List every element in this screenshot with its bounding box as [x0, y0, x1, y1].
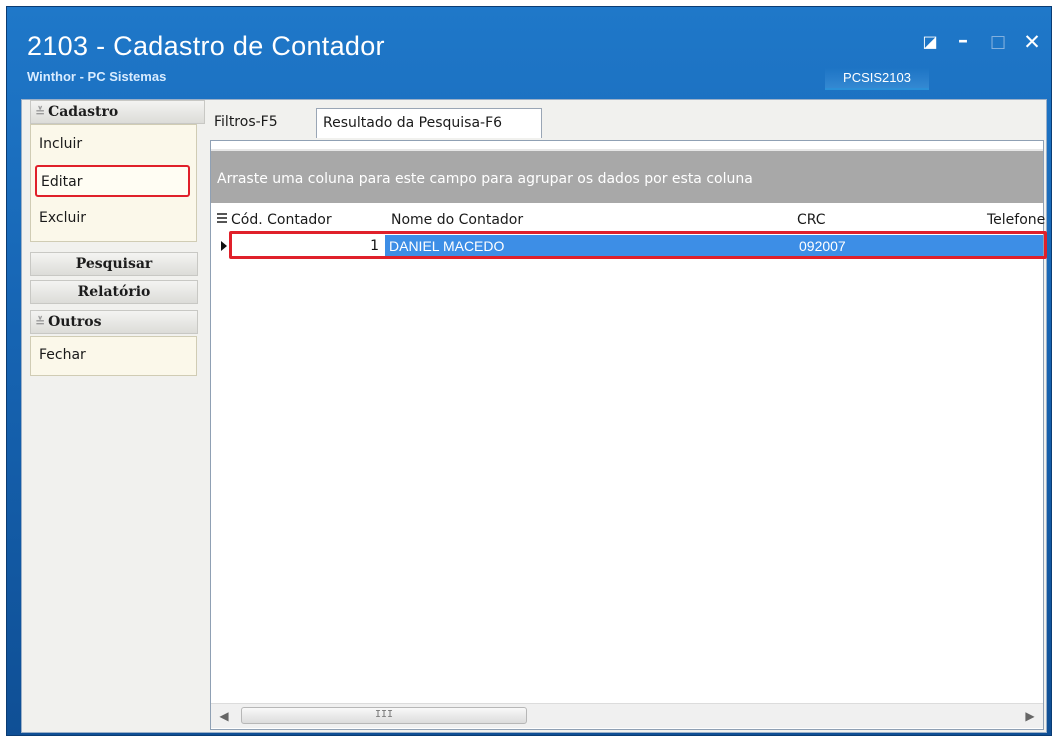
group-by-panel[interactable]: Arraste uma coluna para este campo para …: [211, 151, 1043, 203]
minimize-button[interactable]: –: [952, 30, 974, 53]
column-chooser-icon[interactable]: [217, 213, 227, 225]
window-title: 2103 - Cadastro de Contador: [27, 31, 385, 61]
sidebar-group-outros-body: Fechar: [30, 336, 197, 376]
horizontal-scrollbar[interactable]: ◀ III ▶: [211, 703, 1043, 728]
window-subtitle: Winthor - PC Sistemas: [27, 69, 167, 84]
sidebar-group-pesquisar[interactable]: Pesquisar: [30, 252, 198, 276]
sidebar-group-cadastro[interactable]: ≚ Cadastro: [30, 100, 205, 124]
sidebar-item-incluir[interactable]: Incluir: [35, 129, 190, 161]
sidebar-item-editar[interactable]: Editar: [35, 165, 190, 197]
sidebar: ≚ Cadastro Incluir Editar Excluir Pesquis…: [30, 100, 205, 730]
module-code-badge: PCSIS2103: [825, 68, 929, 90]
column-header-nome[interactable]: Nome do Contador: [391, 209, 523, 231]
row-highlight-outline: [229, 231, 1047, 259]
group-label: Outros: [48, 314, 102, 330]
sidebar-group-relatorio[interactable]: Relatório: [30, 280, 198, 304]
column-header-crc[interactable]: CRC: [797, 209, 826, 231]
scrollbar-thumb[interactable]: III: [241, 707, 527, 724]
close-button[interactable]: ✕: [1021, 31, 1043, 53]
scroll-right-icon[interactable]: ▶: [1021, 704, 1039, 728]
scroll-left-icon[interactable]: ◀: [215, 704, 233, 728]
client-area: ≚ Cadastro Incluir Editar Excluir Pesquis…: [21, 99, 1047, 733]
sidebar-item-excluir[interactable]: Excluir: [35, 203, 190, 235]
collapse-chevron-icon: ≚: [35, 315, 46, 329]
column-header-codigo[interactable]: Cód. Contador: [231, 209, 332, 231]
current-row-indicator-icon: [221, 241, 227, 251]
results-grid: Arraste uma coluna para este campo para …: [210, 140, 1047, 730]
app-window: 2103 - Cadastro de Contador Winthor - PC…: [6, 6, 1052, 736]
edit-window-icon[interactable]: ◪: [919, 31, 941, 53]
group-label: Cadastro: [48, 104, 119, 120]
tab-resultado[interactable]: Resultado da Pesquisa-F6: [316, 108, 542, 138]
collapse-chevron-icon: ≚: [35, 105, 46, 119]
maximize-button[interactable]: □: [987, 31, 1009, 53]
tab-filtros[interactable]: Filtros-F5: [208, 108, 302, 138]
sidebar-item-fechar[interactable]: Fechar: [35, 340, 190, 372]
sidebar-group-outros[interactable]: ≚ Outros: [30, 310, 198, 334]
sidebar-group-cadastro-body: Incluir Editar Excluir: [30, 124, 197, 242]
column-header-telefone[interactable]: Telefone: [987, 209, 1045, 231]
